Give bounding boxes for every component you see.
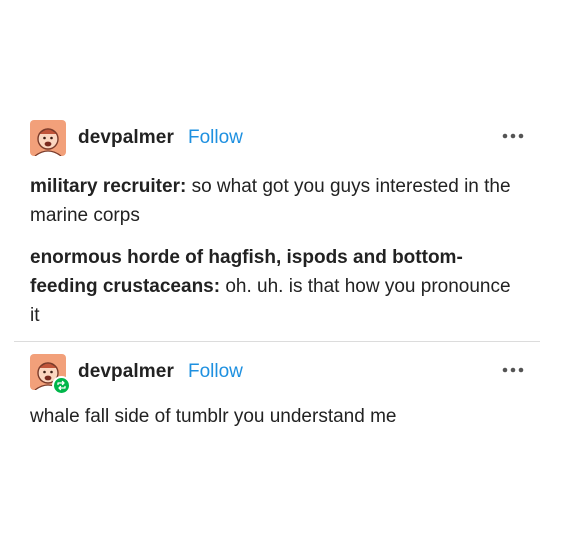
more-options-icon [502,367,524,373]
post-divider [14,341,540,342]
more-options-button[interactable] [500,126,526,146]
reblog-badge [52,376,71,395]
follow-button[interactable]: Follow [188,127,243,149]
post-header: devpalmer Follow [0,118,564,158]
dialogue-line: military recruiter: so what got you guys… [30,172,520,230]
reblog-icon [57,380,66,391]
post-reblog: devpalmer Follow whale fall side of tumb… [0,352,564,427]
speaker-label: military recruiter: [30,176,187,197]
avatar[interactable] [30,120,66,156]
avatar-icon [30,120,66,156]
username[interactable]: devpalmer [78,361,174,383]
post-original: devpalmer Follow military recruiter: so … [0,118,564,326]
follow-button[interactable]: Follow [188,361,243,383]
post-text: whale fall side of tumblr you understand… [30,406,397,427]
username[interactable]: devpalmer [78,127,174,149]
more-options-button[interactable] [500,360,526,380]
dialogue-line: enormous horde of hagfish, ispods and bo… [30,243,520,330]
more-options-icon [502,133,524,139]
post-header: devpalmer Follow [0,352,564,395]
